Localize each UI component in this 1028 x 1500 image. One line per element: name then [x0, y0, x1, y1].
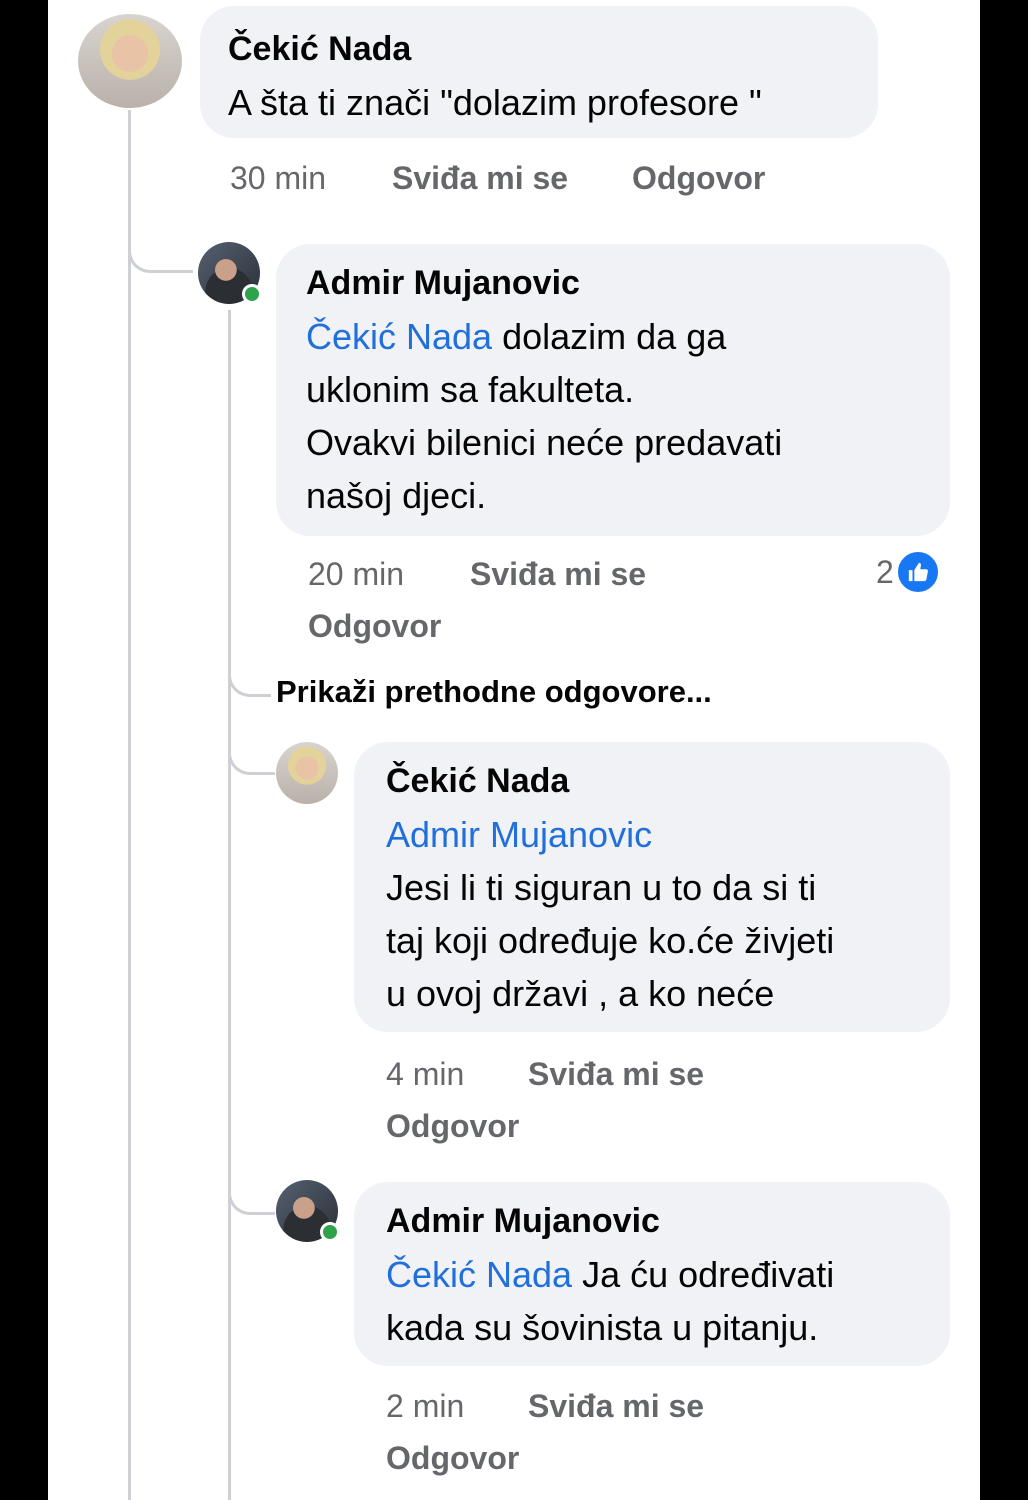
comment-bubble: Admir Mujanovic Čekić Nada Ja ću određiv…: [354, 1182, 950, 1366]
comment-time[interactable]: 2 min: [386, 1388, 464, 1425]
comment-text: Admir Mujanovic Jesi li ti siguran u to …: [386, 808, 834, 1020]
online-status-icon: [320, 1222, 340, 1242]
thumbs-up-icon: [895, 550, 940, 594]
mention-link[interactable]: Čekić Nada: [386, 1254, 572, 1295]
thread-connector-reply-2: [228, 720, 275, 775]
comment-text: Čekić Nada dolazim da ga uklonim sa faku…: [306, 316, 783, 516]
comment-thread: Čekić Nada A šta ti znači "dolazim profe…: [48, 0, 980, 1500]
comment-time[interactable]: 30 min: [230, 160, 326, 197]
reply-button[interactable]: Odgovor: [386, 1108, 519, 1145]
online-status-icon: [242, 284, 262, 304]
like-button[interactable]: Sviđa mi se: [392, 160, 568, 197]
thread-connector-show-previous: [228, 660, 271, 697]
comment-author[interactable]: Admir Mujanovic: [386, 1202, 660, 1241]
reaction-count: 2: [876, 553, 894, 590]
comment-author[interactable]: Čekić Nada: [386, 762, 569, 801]
comment-bubble: Čekić Nada A šta ti znači "dolazim profe…: [200, 6, 878, 138]
show-previous-replies-link[interactable]: Prikaži prethodne odgovore...: [276, 674, 712, 710]
like-button[interactable]: Sviđa mi se: [528, 1056, 704, 1093]
thread-connector-reply-3: [228, 1160, 275, 1215]
reaction-summary[interactable]: 2: [876, 550, 940, 594]
thread-line-sub: [228, 310, 231, 1500]
comment-bubble: Čekić Nada Admir Mujanovic Jesi li ti si…: [354, 742, 950, 1032]
comment-author[interactable]: Čekić Nada: [228, 30, 411, 69]
avatar[interactable]: [78, 14, 182, 108]
comment-bubble: Admir Mujanovic Čekić Nada dolazim da ga…: [276, 244, 950, 536]
mention-link[interactable]: Admir Mujanovic: [386, 808, 834, 861]
reply-button[interactable]: Odgovor: [386, 1440, 519, 1477]
reply-button[interactable]: Odgovor: [308, 608, 441, 645]
comment-author[interactable]: Admir Mujanovic: [306, 264, 580, 303]
comment-text: Čekić Nada Ja ću određivati kada su šovi…: [386, 1254, 835, 1348]
reply-button[interactable]: Odgovor: [632, 160, 765, 197]
thread-line-main: [128, 110, 131, 1500]
comment-time[interactable]: 20 min: [308, 556, 404, 593]
comment-text: A šta ti znači "dolazim profesore ": [228, 82, 762, 123]
comment-time[interactable]: 4 min: [386, 1056, 464, 1093]
avatar[interactable]: [276, 742, 338, 804]
thread-connector-reply-1: [128, 220, 193, 273]
like-button[interactable]: Sviđa mi se: [528, 1388, 704, 1425]
mention-link[interactable]: Čekić Nada: [306, 316, 492, 357]
like-button[interactable]: Sviđa mi se: [470, 556, 646, 593]
